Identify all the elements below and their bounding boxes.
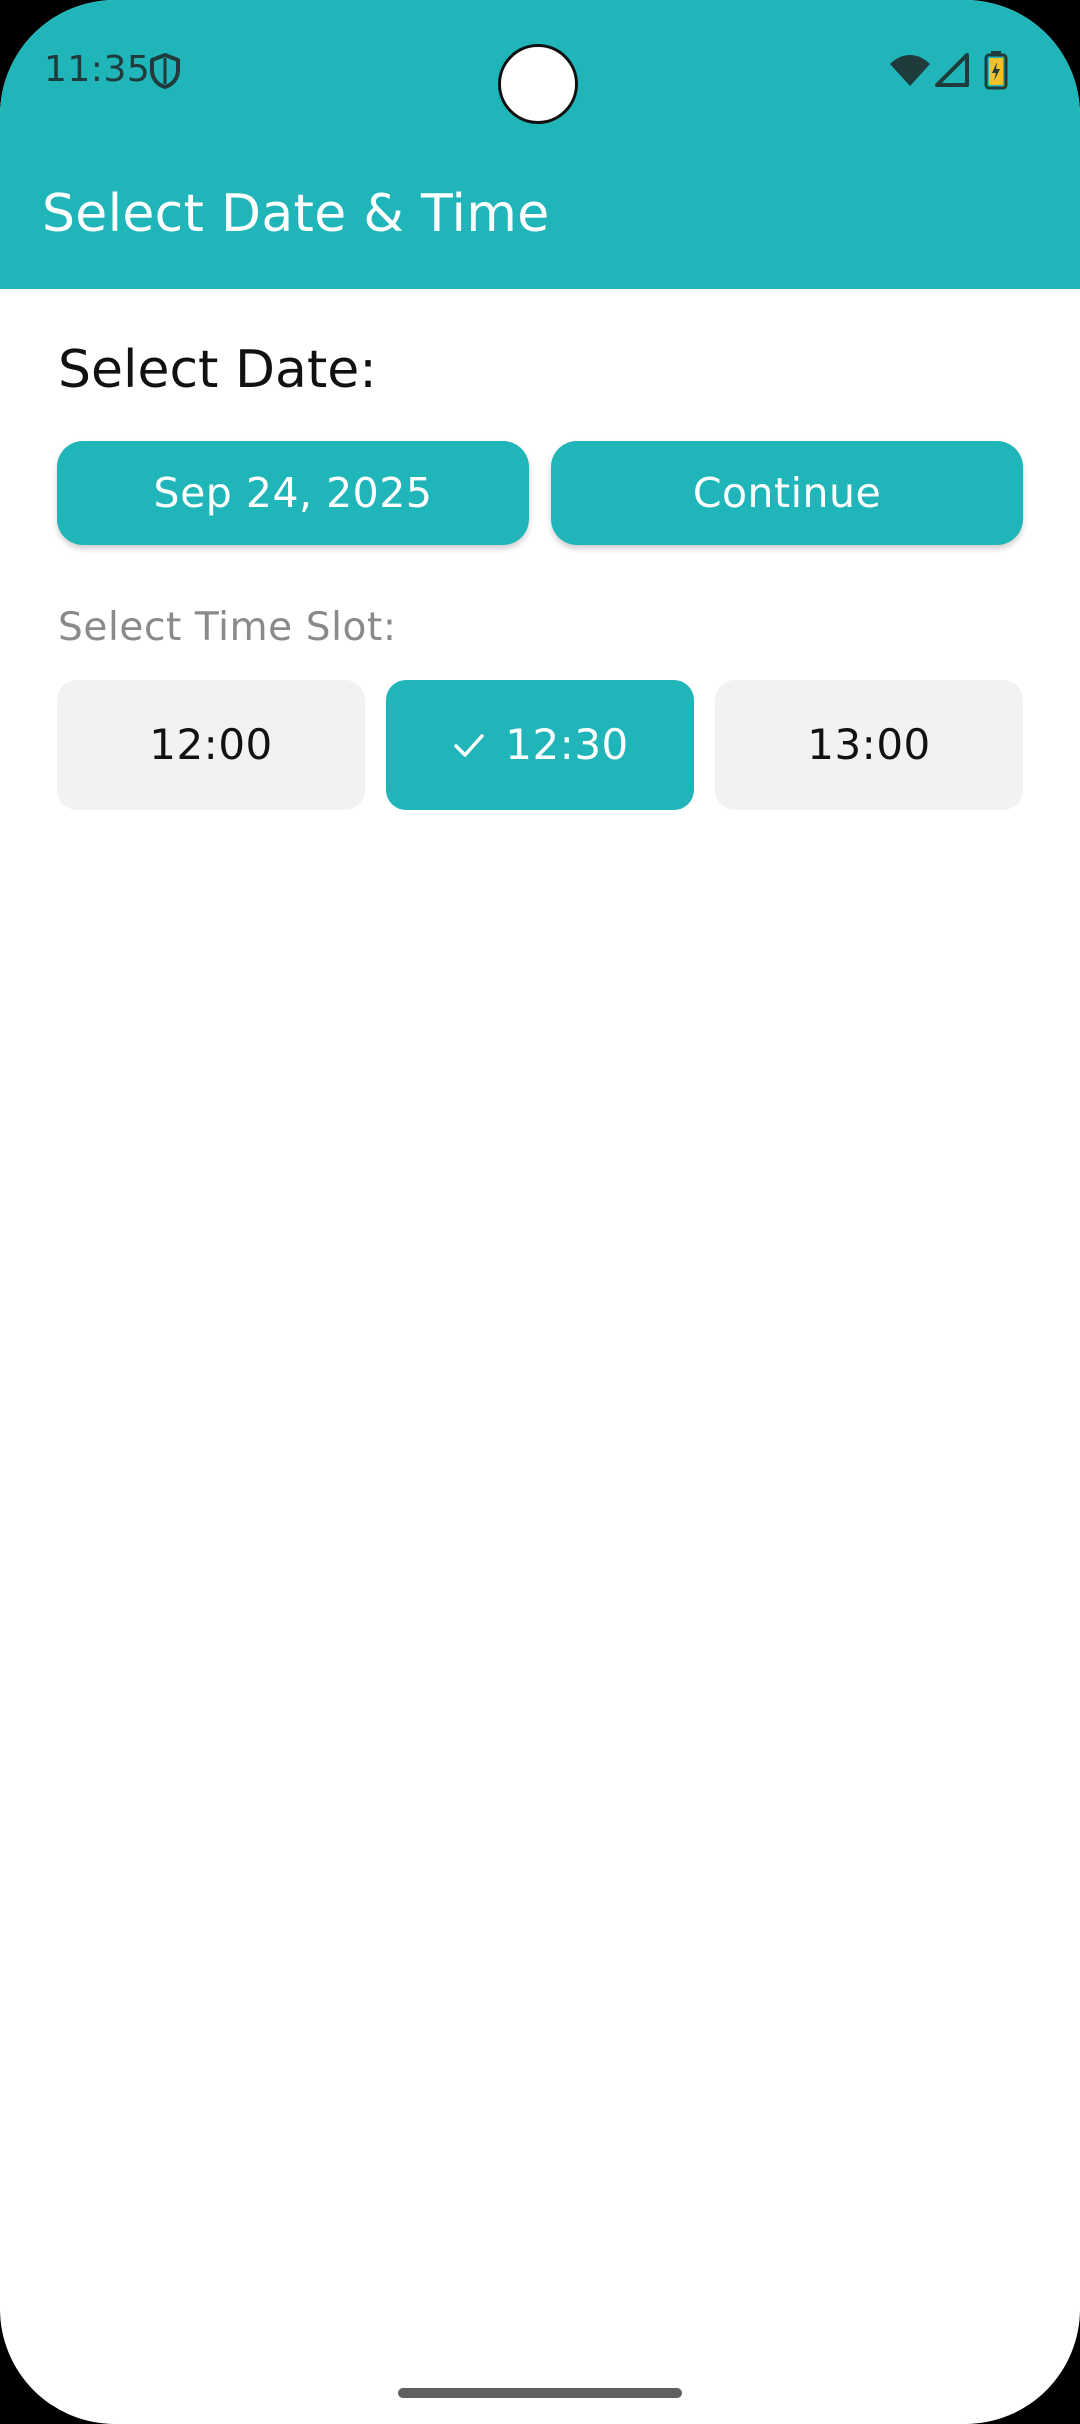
time-slot-chip-selected[interactable]: 12:30 bbox=[386, 680, 694, 810]
time-slot-label: 12:30 bbox=[505, 720, 629, 769]
battery-icon bbox=[984, 51, 1008, 90]
phone-screen: 11:35 Select Date & Time Select Date: Se… bbox=[0, 0, 1080, 2424]
status-bar: 11:35 bbox=[0, 0, 1080, 140]
wifi-icon bbox=[890, 55, 930, 86]
home-indicator[interactable] bbox=[398, 2388, 682, 2398]
date-picker-button[interactable]: Sep 24, 2025 bbox=[57, 441, 529, 545]
date-button-label: Sep 24, 2025 bbox=[153, 469, 433, 517]
time-slot-chip[interactable]: 12:00 bbox=[57, 680, 365, 810]
signal-icon bbox=[935, 53, 969, 87]
status-time: 11:35 bbox=[44, 49, 151, 90]
app-header: 11:35 Select Date & Time bbox=[0, 0, 1080, 289]
continue-button-label: Continue bbox=[692, 469, 882, 517]
date-heading: Select Date: bbox=[58, 340, 377, 400]
time-slot-label: 13:00 bbox=[807, 720, 931, 769]
check-icon bbox=[454, 734, 484, 757]
shield-icon bbox=[150, 53, 180, 89]
page-title: Select Date & Time bbox=[42, 184, 550, 244]
time-slot-chip[interactable]: 13:00 bbox=[715, 680, 1023, 810]
front-camera bbox=[498, 44, 578, 124]
time-slot-label: 12:00 bbox=[149, 720, 273, 769]
continue-button[interactable]: Continue bbox=[551, 441, 1023, 545]
time-slot-heading: Select Time Slot: bbox=[58, 605, 397, 650]
